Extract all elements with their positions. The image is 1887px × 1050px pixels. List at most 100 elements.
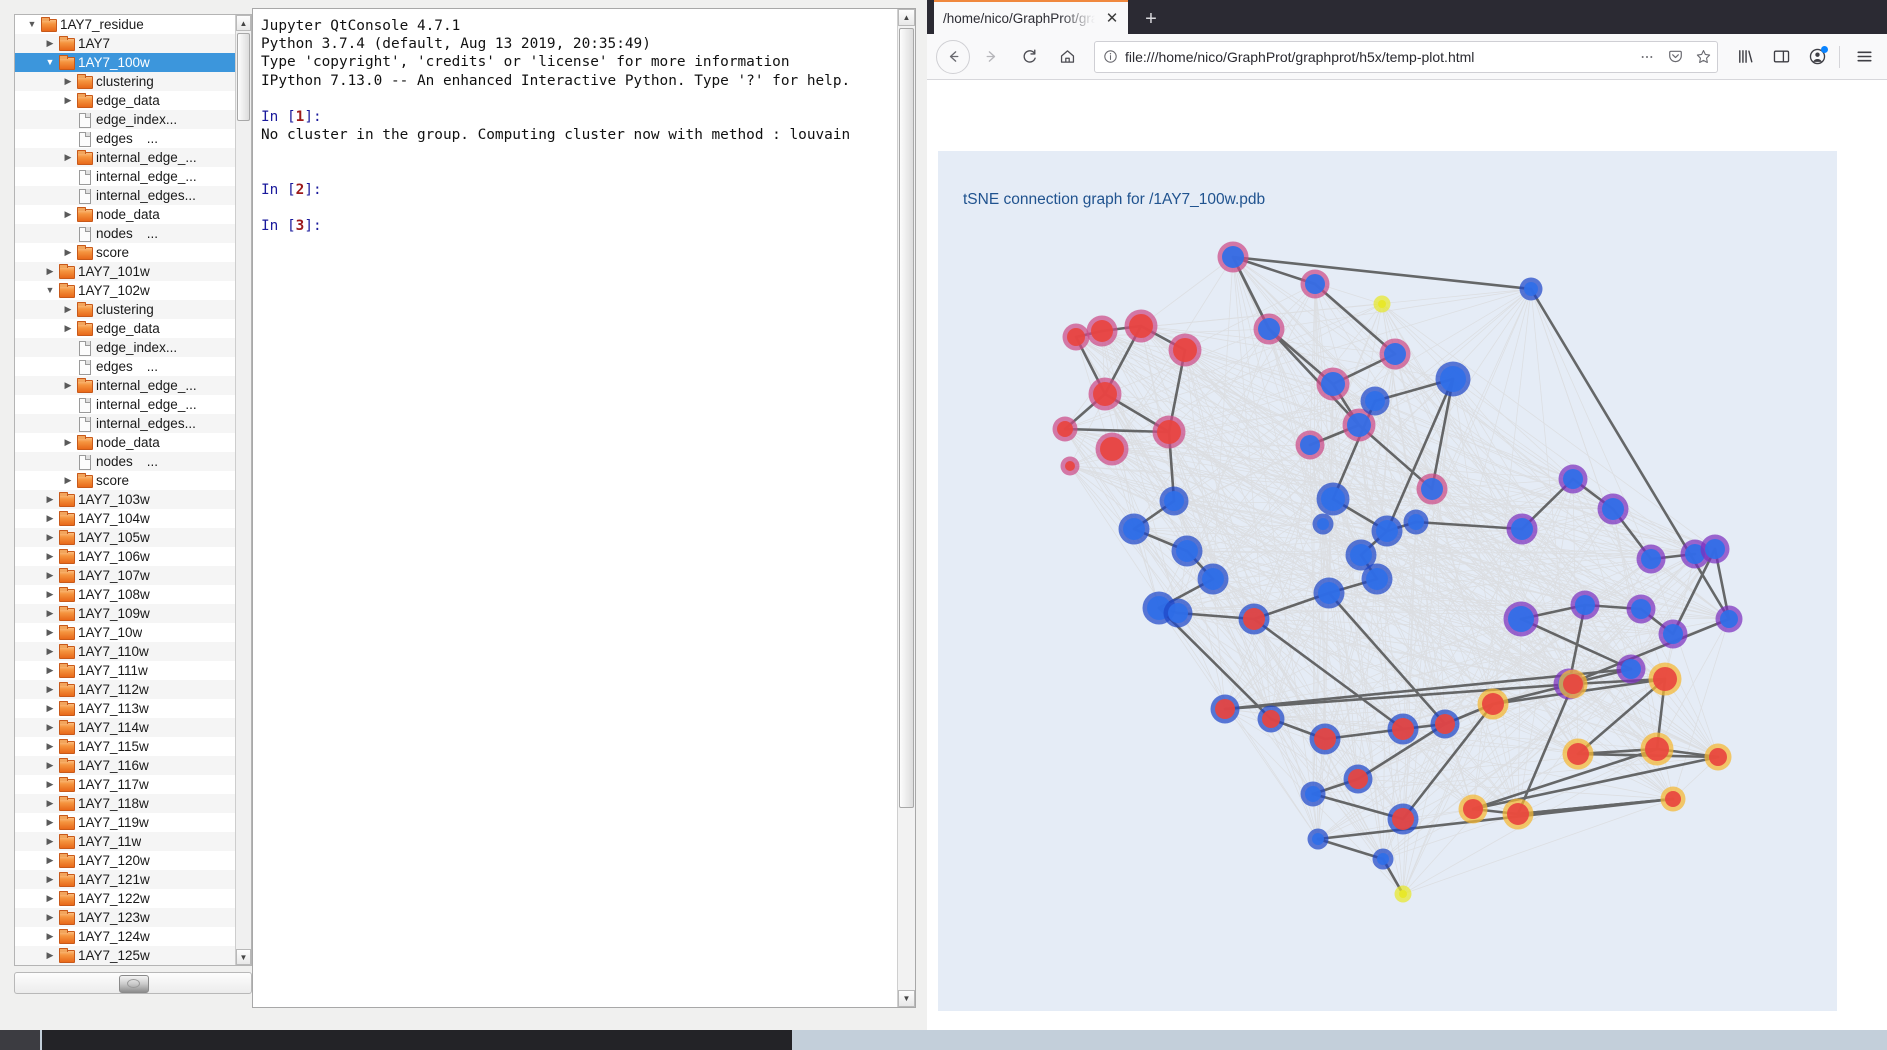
graph-node[interactable]: [1506, 513, 1538, 545]
account-icon[interactable]: [1800, 40, 1834, 74]
tree-item-clustering[interactable]: clustering: [15, 72, 235, 91]
graph-node[interactable]: [1372, 848, 1394, 870]
tree-item-edge_data[interactable]: edge_data: [15, 91, 235, 110]
tree-item-1ay7_120w[interactable]: 1AY7_120w: [15, 851, 235, 870]
graph-node[interactable]: [1477, 688, 1509, 720]
chevron-right-icon[interactable]: [43, 832, 57, 851]
scroll-up-button[interactable]: ▲: [236, 15, 251, 31]
chevron-right-icon[interactable]: [43, 813, 57, 832]
taskbar-launcher[interactable]: [0, 1030, 40, 1050]
console-scrollbar[interactable]: ▲ ▼: [897, 9, 915, 1007]
ellipsis-icon[interactable]: [1633, 42, 1661, 72]
chevron-right-icon[interactable]: [43, 490, 57, 509]
graph-node[interactable]: [1118, 513, 1150, 545]
file-tree[interactable]: 1AY7_residue 1AY7 1AY7_100w clustering edge_…: [14, 14, 252, 966]
tree-item-internal_edge_[interactable]: internal_edge_...: [15, 148, 235, 167]
tree-item-1ay7_116w[interactable]: 1AY7_116w: [15, 756, 235, 775]
sidebar-icon[interactable]: [1764, 40, 1798, 74]
tree-item-1ay7_111w[interactable]: 1AY7_111w: [15, 661, 235, 680]
tree-item-1ay7_122w[interactable]: 1AY7_122w: [15, 889, 235, 908]
graph-node[interactable]: [1416, 473, 1448, 505]
chevron-right-icon[interactable]: [43, 908, 57, 927]
tree-item-nodes[interactable]: nodes...: [15, 224, 235, 243]
plotly-chart[interactable]: tSNE connection graph for /1AY7_100w.pdb: [938, 91, 1837, 1011]
chevron-right-icon[interactable]: [43, 718, 57, 737]
graph-node[interactable]: [1616, 654, 1646, 684]
graph-node[interactable]: [1217, 241, 1249, 273]
graph-node[interactable]: [1171, 535, 1203, 567]
graph-node[interactable]: [1197, 563, 1229, 595]
chevron-right-icon[interactable]: [61, 300, 75, 319]
tree-item-1ay7_104w[interactable]: 1AY7_104w: [15, 509, 235, 528]
graph-node[interactable]: [1316, 482, 1350, 516]
console-output-area[interactable]: Jupyter QtConsole 4.7.1 Python 3.7.4 (def…: [252, 8, 916, 1008]
tree-item-1ay7_101w[interactable]: 1AY7_101w: [15, 262, 235, 281]
chevron-right-icon[interactable]: [43, 699, 57, 718]
graph-node[interactable]: [1060, 456, 1080, 476]
graph-node[interactable]: [1700, 534, 1730, 564]
chevron-right-icon[interactable]: [43, 737, 57, 756]
console-scroll-down-button[interactable]: ▼: [898, 990, 915, 1007]
chevron-right-icon[interactable]: [43, 509, 57, 528]
graph-node[interactable]: [1360, 386, 1390, 416]
pocket-icon[interactable]: [1661, 42, 1689, 72]
graph-node[interactable]: [1704, 743, 1732, 771]
graph-node[interactable]: [1648, 662, 1682, 696]
tree-item-1ay7_112w[interactable]: 1AY7_112w: [15, 680, 235, 699]
tree-item-1ay7_107w[interactable]: 1AY7_107w: [15, 566, 235, 585]
tree-item-score[interactable]: score: [15, 243, 235, 262]
graph-node[interactable]: [1715, 605, 1743, 633]
chevron-right-icon[interactable]: [43, 34, 57, 53]
graph-node[interactable]: [1088, 377, 1122, 411]
chevron-right-icon[interactable]: [43, 775, 57, 794]
graph-node[interactable]: [1371, 515, 1403, 547]
graph-node[interactable]: [1503, 601, 1539, 637]
tree-item-internal_edge_[interactable]: internal_edge_...: [15, 395, 235, 414]
chevron-right-icon[interactable]: [43, 623, 57, 642]
hamburger-menu-icon[interactable]: [1847, 40, 1881, 74]
url-text[interactable]: file:///home/nico/GraphProt/graphprot/h5…: [1125, 49, 1633, 65]
tree-item-1ay7_108w[interactable]: 1AY7_108w: [15, 585, 235, 604]
info-circle-icon[interactable]: [1095, 49, 1125, 64]
chevron-down-icon[interactable]: [43, 53, 57, 72]
tree-item-edge_index[interactable]: edge_index...: [15, 110, 235, 129]
graph-node[interactable]: [1558, 669, 1588, 699]
graph-node[interactable]: [1519, 277, 1543, 301]
tree-item-1ay7[interactable]: 1AY7: [15, 34, 235, 53]
chevron-right-icon[interactable]: [43, 547, 57, 566]
graph-node[interactable]: [1052, 416, 1078, 442]
taskbar-window-entry[interactable]: [42, 1030, 792, 1050]
graph-node[interactable]: [1387, 713, 1419, 745]
graph-node[interactable]: [1159, 486, 1189, 516]
graph-node[interactable]: [1430, 709, 1460, 739]
graph-node[interactable]: [1660, 786, 1686, 812]
graph-node[interactable]: [1124, 309, 1158, 343]
back-arrow-icon[interactable]: [936, 39, 970, 74]
graph-node[interactable]: [1361, 563, 1393, 595]
graph-node[interactable]: [1373, 295, 1391, 313]
tree-item-edge_index[interactable]: edge_index...: [15, 338, 235, 357]
graph-node[interactable]: [1295, 430, 1325, 460]
tree-item-1ay7_105w[interactable]: 1AY7_105w: [15, 528, 235, 547]
tree-item-nodes[interactable]: nodes...: [15, 452, 235, 471]
graph-node[interactable]: [1307, 828, 1329, 850]
graph-node[interactable]: [1086, 315, 1118, 347]
chevron-down-icon[interactable]: [43, 281, 57, 300]
chevron-right-icon[interactable]: [43, 585, 57, 604]
tree-item-node_data[interactable]: node_data: [15, 433, 235, 452]
chevron-right-icon[interactable]: [61, 72, 75, 91]
console-scrollbar-thumb[interactable]: [899, 28, 914, 808]
console-scroll-up-button[interactable]: ▲: [898, 9, 915, 26]
hard-disk-button[interactable]: [14, 972, 252, 994]
new-tab-button[interactable]: +: [1136, 4, 1166, 34]
chevron-right-icon[interactable]: [43, 889, 57, 908]
chevron-right-icon[interactable]: [61, 243, 75, 262]
tree-item-node_data[interactable]: node_data: [15, 205, 235, 224]
graph-node[interactable]: [1379, 338, 1411, 370]
graph-node[interactable]: [1403, 509, 1429, 535]
graph-node[interactable]: [1387, 803, 1419, 835]
tree-item-clustering[interactable]: clustering: [15, 300, 235, 319]
tree-item-1ay7_118w[interactable]: 1AY7_118w: [15, 794, 235, 813]
tree-item-1ay7_11w[interactable]: 1AY7_11w: [15, 832, 235, 851]
tree-item-1ay7_125w[interactable]: 1AY7_125w: [15, 946, 235, 965]
